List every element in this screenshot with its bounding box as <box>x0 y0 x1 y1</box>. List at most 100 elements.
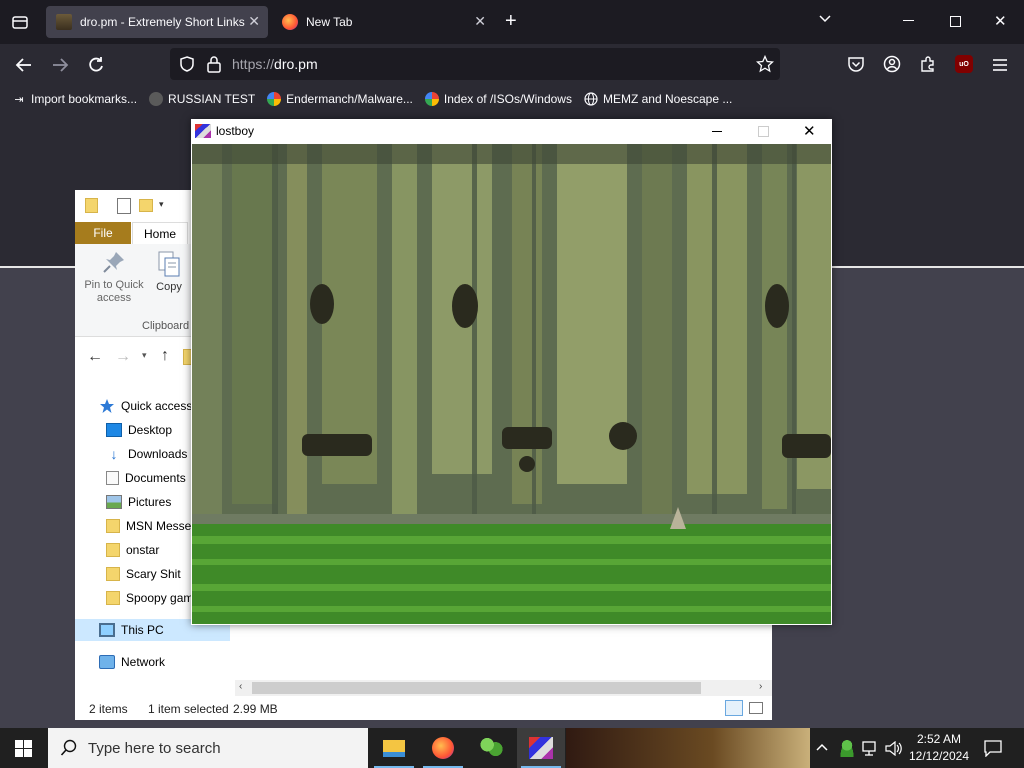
google-icon <box>267 92 282 106</box>
network-tray-icon[interactable] <box>862 741 880 759</box>
nav-pictures[interactable]: Pictures <box>106 491 171 513</box>
nav-desktop[interactable]: Desktop <box>106 419 172 441</box>
scroll-left-icon[interactable]: ‹ <box>239 681 242 692</box>
bookmarks-toolbar: ⇥ Import bookmarks... RUSSIAN TEST Ender… <box>0 86 1024 112</box>
bookmark-import[interactable]: ⇥ Import bookmarks... <box>12 92 137 106</box>
minimize-icon[interactable] <box>903 20 914 21</box>
nav-folder-onstar[interactable]: onstar <box>106 539 159 561</box>
nav-folder-scary[interactable]: Scary Shit <box>106 563 181 585</box>
extensions-puzzle-icon[interactable] <box>919 55 937 76</box>
clock-date: 12/12/2024 <box>908 749 970 763</box>
taskbar-firefox[interactable] <box>419 728 467 768</box>
url-host: dro.pm <box>274 56 318 72</box>
msn-messenger-icon <box>480 737 504 759</box>
app-icon <box>195 124 211 138</box>
file-explorer-icon <box>383 739 405 757</box>
bookmark-endermanch[interactable]: Endermanch/Malware... <box>267 92 413 106</box>
list-all-tabs-chevron-icon[interactable] <box>818 12 832 29</box>
close-tab-icon[interactable]: ✕ <box>474 13 486 30</box>
nav-label: MSN Messe <box>126 519 192 533</box>
forward-arrow-icon[interactable] <box>50 55 70 78</box>
hamburger-menu-icon[interactable] <box>992 58 1008 75</box>
star-icon <box>100 399 114 413</box>
up-arrow-icon[interactable]: ↑ <box>161 347 169 365</box>
taskbar-lostboy[interactable] <box>517 728 565 768</box>
close-window-icon[interactable]: ✕ <box>803 122 816 140</box>
desktop-icon <box>106 423 122 437</box>
nav-network[interactable]: Network <box>99 651 165 673</box>
show-hidden-icons-chevron-icon[interactable] <box>815 741 829 755</box>
url-bar[interactable]: https://dro.pm <box>170 48 780 80</box>
nav-folder-spoopy[interactable]: Spoopy gam <box>106 587 193 609</box>
taskbar-file-explorer[interactable] <box>370 728 418 768</box>
copy-icon <box>158 251 180 277</box>
shield-icon[interactable] <box>178 55 196 76</box>
nav-label: Pictures <box>128 495 172 509</box>
nav-label: Desktop <box>128 423 173 437</box>
nav-label: Quick access <box>121 399 193 413</box>
properties-icon[interactable] <box>117 198 131 214</box>
nav-downloads[interactable]: ↓ Downloads <box>106 443 188 465</box>
back-arrow-icon[interactable]: ← <box>87 348 103 366</box>
download-icon: ↓ <box>110 446 118 462</box>
pin-to-quick-access-button[interactable]: Pin to Quick access <box>81 250 147 305</box>
maximize-icon[interactable] <box>758 126 769 137</box>
tray-messenger-icon[interactable] <box>838 739 856 757</box>
close-tab-icon[interactable]: ✕ <box>248 13 260 30</box>
firefox-icon <box>282 14 298 30</box>
nav-label: Scary Shit <box>126 567 181 581</box>
account-icon[interactable] <box>883 55 901 76</box>
tab-dro-pm[interactable]: dro.pm - Extremely Short Links ✕ <box>46 6 268 38</box>
forward-arrow-icon[interactable]: → <box>115 348 131 366</box>
url-text[interactable]: https://dro.pm <box>232 56 318 72</box>
large-icons-view-icon[interactable] <box>749 702 763 714</box>
reload-icon[interactable] <box>86 55 106 78</box>
tab-file[interactable]: File <box>75 222 131 244</box>
notification-center-icon[interactable] <box>984 740 1002 760</box>
taskbar-msn-messenger[interactable] <box>468 728 516 768</box>
pin-label: Pin to Quick access <box>84 279 144 304</box>
volume-icon[interactable] <box>885 740 903 759</box>
bookmark-favicon <box>149 92 164 106</box>
pc-icon <box>99 623 115 637</box>
game-title-bar[interactable]: lostboy ✕ <box>191 119 832 144</box>
back-arrow-icon[interactable] <box>14 55 34 78</box>
import-icon: ⇥ <box>14 93 24 106</box>
recent-locations-chevron-icon[interactable]: ▾ <box>142 350 147 361</box>
search-placeholder: Type here to search <box>88 739 221 757</box>
nav-quick-access[interactable]: Quick access <box>99 395 192 417</box>
bookmark-memz[interactable]: MEMZ and Noescape ... <box>584 92 732 106</box>
taskbar-search-box[interactable]: Type here to search <box>48 728 368 768</box>
new-folder-icon[interactable] <box>139 199 153 212</box>
lock-icon[interactable] <box>206 55 222 76</box>
game-window-lostboy[interactable]: lostboy ✕ <box>191 119 832 625</box>
status-selected: 1 item selected <box>148 702 229 716</box>
tab-list-icon[interactable] <box>10 12 30 32</box>
game-viewport[interactable] <box>192 144 831 624</box>
scrollbar-thumb[interactable] <box>252 682 701 694</box>
tab-new-tab[interactable]: New Tab ✕ <box>272 6 494 38</box>
new-tab-plus-icon[interactable]: + <box>505 10 517 33</box>
customize-dropdown-icon[interactable]: ▾ <box>159 199 164 210</box>
horizontal-scrollbar[interactable]: ‹ › <box>235 680 772 696</box>
start-windows-icon[interactable] <box>15 740 32 760</box>
ublock-origin-icon[interactable]: uO <box>955 55 973 73</box>
folder-icon <box>106 567 120 581</box>
bookmark-star-icon[interactable] <box>755 54 775 76</box>
folder-icon[interactable] <box>85 198 98 213</box>
nav-this-pc[interactable]: This PC <box>99 619 164 641</box>
bookmark-isos-windows[interactable]: Index of /ISOs/Windows <box>424 92 572 106</box>
tab-home[interactable]: Home <box>132 222 188 244</box>
tab-title: dro.pm - Extremely Short Links <box>80 15 245 29</box>
clock[interactable]: 2:52 AM 12/12/2024 <box>908 731 970 765</box>
minimize-icon[interactable] <box>712 131 722 132</box>
pocket-icon[interactable] <box>847 55 865 76</box>
nav-folder-msn[interactable]: MSN Messe <box>106 515 191 537</box>
nav-documents[interactable]: Documents <box>106 467 186 489</box>
details-view-icon[interactable] <box>725 700 743 716</box>
restore-icon[interactable] <box>950 16 961 27</box>
close-window-icon[interactable]: ✕ <box>994 12 1007 30</box>
bookmark-russian-test[interactable]: RUSSIAN TEST <box>149 92 255 106</box>
copy-button[interactable]: Copy <box>153 250 185 293</box>
scroll-right-icon[interactable]: › <box>759 681 762 692</box>
